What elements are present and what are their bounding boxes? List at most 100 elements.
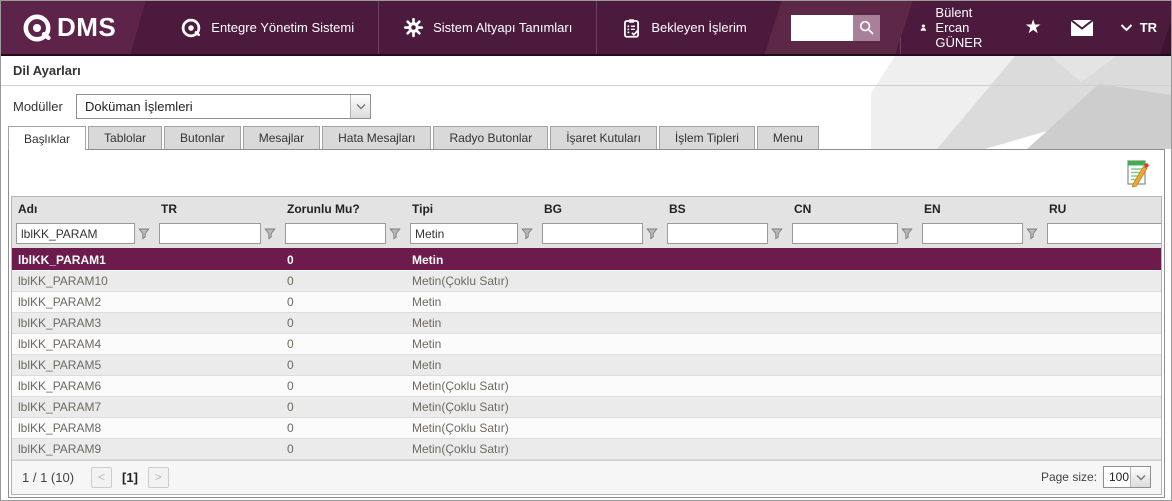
column-header-tipi[interactable]: Tipi	[406, 202, 538, 216]
tab-islem-tipleri[interactable]: İşlem Tipleri	[658, 126, 755, 149]
pager-prev-button[interactable]: <	[91, 466, 113, 488]
pager-current-page[interactable]: [1]	[122, 470, 138, 485]
modules-dropdown-value: Doküman İşlemleri	[85, 98, 193, 114]
nav-item-label: Sistem Altyapı Tanımları	[433, 20, 573, 35]
column-header-tr[interactable]: TR	[155, 202, 281, 216]
table-row[interactable]: lblKK_PARAM1 0 Metin	[12, 249, 1161, 271]
language-selector[interactable]: TR	[1108, 1, 1169, 54]
nav-item-entegre-yonetim-sistemi[interactable]: Entegre Yönetim Sistemi	[156, 1, 378, 54]
nav-item-bekleyen-islerim[interactable]: Bekleyen İşlerim	[596, 1, 770, 54]
clipboard-check-icon	[624, 18, 640, 38]
column-header-bs[interactable]: BS	[663, 202, 788, 216]
filter-funnel-button[interactable]	[135, 223, 152, 244]
filter-cell	[538, 223, 663, 245]
row-cell: 0	[287, 378, 294, 393]
filter-cell	[1043, 223, 1161, 245]
edit-list-icon	[1127, 160, 1149, 188]
row-cell: 0	[287, 336, 294, 351]
column-header-en[interactable]: EN	[918, 202, 1043, 216]
tab-mesajlar[interactable]: Mesajlar	[242, 126, 321, 149]
nav-item-sistem-altyapi-tanimlari[interactable]: Sistem Altyapı Tanımları	[378, 1, 596, 54]
grid-header-row: Adı TR Zorunlu Mu? Tipi BG BS CN EN RU	[12, 197, 1161, 221]
messages-button[interactable]	[1056, 1, 1108, 54]
row-cell: 0	[287, 357, 294, 372]
filter-input[interactable]	[16, 223, 135, 245]
tab-tablolar[interactable]: Tablolar	[88, 126, 163, 149]
row-cell: Metin	[412, 357, 442, 372]
user-name: Bülent Ercan GÜNER	[935, 5, 983, 50]
tab-radyo-butonlar[interactable]: Radyo Butonlar	[433, 126, 549, 149]
filter-funnel-button[interactable]	[643, 223, 660, 244]
filter-funnel-button[interactable]	[518, 223, 535, 244]
page-size-dropdown[interactable]: 100	[1103, 466, 1151, 489]
modules-dropdown[interactable]: Doküman İşlemleri	[76, 93, 371, 119]
tab-hata-mesajlari[interactable]: Hata Mesajları	[322, 126, 432, 149]
funnel-icon	[137, 228, 150, 240]
filter-input[interactable]	[922, 223, 1023, 245]
filter-funnel-button[interactable]	[1023, 223, 1040, 244]
filter-funnel-button[interactable]	[386, 223, 403, 244]
column-header-zorunlu-mu[interactable]: Zorunlu Mu?	[281, 202, 406, 216]
grid-body: lblKK_PARAM1 0 Metin lblKK_PARAM10 0 Met…	[12, 247, 1161, 460]
row-cell: 0	[287, 252, 294, 267]
envelope-icon	[1070, 18, 1094, 36]
row-cell: 0	[287, 294, 294, 309]
filter-funnel-button[interactable]	[768, 223, 785, 244]
favorites-button[interactable]: ★	[1011, 1, 1056, 54]
tab-strip: Başlıklar Tablolar Butonlar Mesajlar Hat…	[1, 126, 1171, 150]
grid-toolbar	[9, 150, 1164, 196]
filter-input[interactable]	[1047, 223, 1161, 245]
table-row[interactable]: lblKK_PARAM2 0 Metin	[12, 291, 1161, 313]
filter-funnel-button[interactable]	[898, 223, 915, 244]
language-code: TR	[1139, 20, 1158, 35]
table-row[interactable]: lblKK_PARAM4 0 Metin	[12, 333, 1161, 355]
filter-cell	[406, 223, 538, 245]
tab-menu[interactable]: Menu	[756, 126, 819, 149]
tab-basliklar[interactable]: Başlıklar	[8, 126, 87, 150]
table-row[interactable]: lblKK_PARAM6 0 Metin(Çoklu Satır)	[12, 375, 1161, 397]
row-cell: Metin	[412, 315, 442, 330]
person-icon	[920, 24, 926, 31]
filter-input[interactable]	[792, 223, 898, 245]
chevron-down-icon[interactable]	[1130, 467, 1150, 488]
table-row[interactable]: lblKK_PARAM9 0 Metin(Çoklu Satır)	[12, 438, 1161, 460]
user-menu[interactable]: Bülent Ercan GÜNER	[899, 1, 1011, 54]
gear-icon	[404, 17, 424, 38]
row-cell: lblKK_PARAM6	[18, 378, 102, 393]
search-input[interactable]	[790, 14, 853, 41]
qdms-logo[interactable]: DMS	[1, 1, 146, 54]
tab-butonlar[interactable]: Butonlar	[164, 126, 241, 149]
row-cell: lblKK_PARAM3	[18, 315, 102, 330]
tab-isaret-kutulari[interactable]: İşaret Kutuları	[550, 126, 657, 149]
row-cell: 0	[287, 315, 294, 330]
column-header-bg[interactable]: BG	[538, 202, 663, 216]
column-header-adi[interactable]: Adı	[12, 202, 155, 216]
column-header-ru[interactable]: RU	[1043, 202, 1161, 216]
funnel-icon	[900, 228, 913, 240]
top-navbar: DMS Entegre Yönetim Sistemi Sistem Altya…	[1, 1, 1171, 56]
filter-input[interactable]	[667, 223, 768, 245]
table-row[interactable]: lblKK_PARAM10 0 Metin(Çoklu Satır)	[12, 270, 1161, 292]
table-row[interactable]: lblKK_PARAM3 0 Metin	[12, 312, 1161, 334]
search-button[interactable]	[852, 14, 880, 41]
page-title-bar: Dil Ayarları	[1, 56, 1171, 86]
chevron-down-icon[interactable]	[350, 94, 370, 118]
edit-list-button[interactable]	[1121, 157, 1153, 189]
filter-input[interactable]	[159, 223, 261, 245]
pager-next-button[interactable]: >	[147, 466, 169, 488]
chevron-down-icon	[1120, 24, 1132, 32]
row-cell: Metin	[412, 294, 442, 309]
column-header-cn[interactable]: CN	[788, 202, 918, 216]
table-row[interactable]: lblKK_PARAM7 0 Metin(Çoklu Satır)	[12, 396, 1161, 418]
table-row[interactable]: lblKK_PARAM5 0 Metin	[12, 354, 1161, 376]
row-cell: Metin(Çoklu Satır)	[412, 378, 509, 393]
filter-input[interactable]	[285, 223, 386, 245]
help-button[interactable]	[1160, 1, 1171, 54]
filter-funnel-button[interactable]	[261, 223, 278, 244]
funnel-icon	[1025, 228, 1038, 240]
row-cell: Metin(Çoklu Satır)	[412, 273, 509, 288]
table-row[interactable]: lblKK_PARAM8 0 Metin(Çoklu Satır)	[12, 417, 1161, 439]
filter-input[interactable]	[542, 223, 643, 245]
row-cell: Metin(Çoklu Satır)	[412, 441, 509, 456]
filter-input[interactable]	[410, 223, 518, 245]
